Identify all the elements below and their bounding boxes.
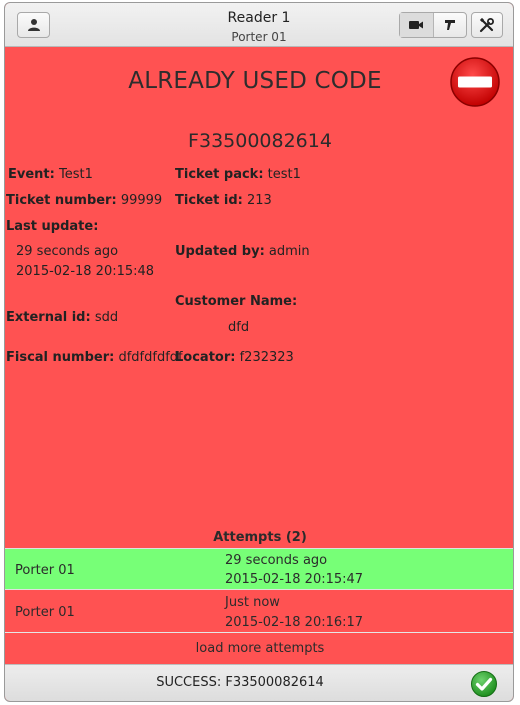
attempt-datetime: 2015-02-18 20:15:47 bbox=[225, 572, 364, 587]
event-value: Test1 bbox=[58, 167, 93, 182]
event-label: Event: bbox=[8, 167, 55, 182]
customer-name-field: Customer Name: bbox=[175, 294, 297, 309]
status-footer: SUCCESS: F33500082614 bbox=[5, 664, 513, 701]
customer-name-label: Customer Name: bbox=[175, 294, 298, 309]
external-id-field: External id: sdd bbox=[6, 310, 118, 325]
ticket-code: F33500082614 bbox=[188, 130, 332, 152]
ticket-id-field: Ticket id: 213 bbox=[175, 193, 272, 208]
last-update-relative: 29 seconds ago bbox=[16, 244, 119, 259]
camera-icon bbox=[409, 21, 424, 29]
scanner-mode-button[interactable] bbox=[434, 13, 467, 37]
attempt-relative-time: Just now bbox=[225, 595, 280, 610]
ticket-number-field: Ticket number: 99999 bbox=[6, 193, 162, 208]
attempt-reader: Porter 01 bbox=[15, 563, 75, 578]
ticket-pack-label: Ticket pack: bbox=[175, 167, 264, 182]
input-mode-toggle bbox=[399, 12, 467, 38]
locator-field: Locator: f232323 bbox=[175, 350, 294, 365]
ticket-number-label: Ticket number: bbox=[6, 193, 117, 208]
last-update-label: Last update: bbox=[6, 219, 99, 234]
load-more-attempts-button[interactable]: load more attempts bbox=[5, 634, 513, 664]
updated-by-label: Updated by: bbox=[175, 244, 265, 259]
ticket-id-label: Ticket id: bbox=[175, 193, 243, 208]
attempt-row: Porter 01 Just now 2015-02-18 20:16:17 bbox=[5, 591, 513, 633]
external-id-value: sdd bbox=[94, 310, 119, 325]
camera-mode-button[interactable] bbox=[400, 13, 434, 37]
fiscal-number-value: dfdfdfdfdf bbox=[118, 350, 183, 365]
attempt-reader: Porter 01 bbox=[15, 605, 75, 620]
settings-button[interactable] bbox=[471, 12, 503, 38]
updated-by-field: Updated by: admin bbox=[175, 244, 310, 259]
locator-label: Locator: bbox=[175, 350, 236, 365]
attempts-title: Attempts (2) bbox=[213, 530, 307, 545]
fiscal-number-label: Fiscal number: bbox=[6, 350, 115, 365]
last-update-field: Last update: bbox=[6, 219, 98, 234]
ticket-pack-value: test1 bbox=[267, 167, 301, 182]
scanner-icon bbox=[444, 20, 455, 30]
external-id-label: External id: bbox=[6, 310, 91, 325]
ticket-pack-field: Ticket pack: test1 bbox=[175, 167, 301, 182]
reader-window: Reader 1 Porter 01 ALREADY USED CODE F33… bbox=[4, 2, 514, 702]
attempt-row: Porter 01 29 seconds ago 2015-02-18 20:1… bbox=[5, 548, 513, 590]
locator-value: f232323 bbox=[239, 350, 294, 365]
customer-name-value: dfd bbox=[228, 320, 250, 335]
last-update-datetime: 2015-02-18 20:15:48 bbox=[16, 264, 155, 279]
tools-icon bbox=[479, 17, 494, 33]
attempt-relative-time: 29 seconds ago bbox=[225, 553, 328, 568]
updated-by-value: admin bbox=[268, 244, 310, 259]
check-icon bbox=[471, 671, 497, 697]
header-bar: Reader 1 Porter 01 bbox=[5, 3, 513, 47]
stop-icon bbox=[450, 57, 500, 107]
footer-status-text: SUCCESS: F33500082614 bbox=[156, 675, 324, 690]
ticket-number-value: 99999 bbox=[120, 193, 163, 208]
fiscal-number-field: Fiscal number: dfdfdfdfdf bbox=[6, 350, 183, 365]
event-field: Event: Test1 bbox=[8, 167, 93, 182]
status-title: ALREADY USED CODE bbox=[128, 68, 382, 94]
ticket-id-value: 213 bbox=[246, 193, 272, 208]
attempt-datetime: 2015-02-18 20:16:17 bbox=[225, 615, 364, 630]
